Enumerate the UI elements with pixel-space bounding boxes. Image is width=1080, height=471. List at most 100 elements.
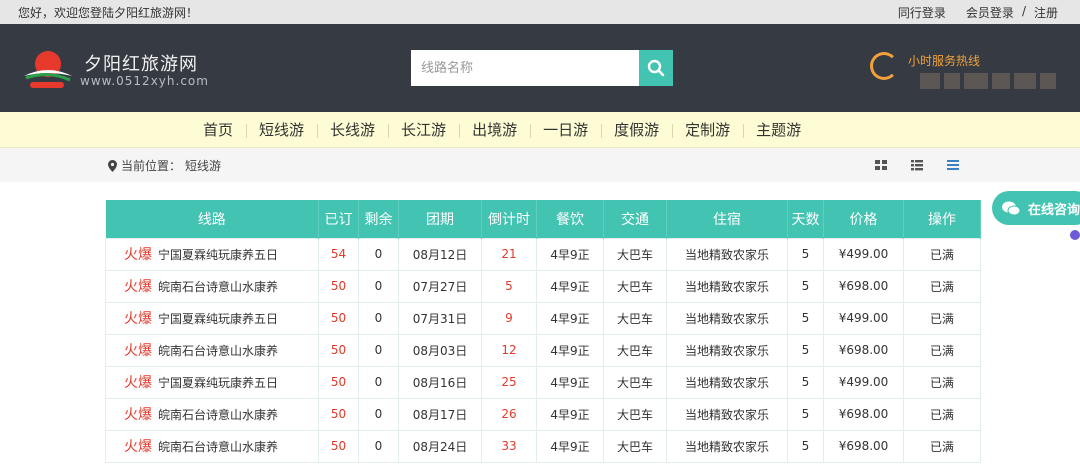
route-cell: 火爆 皖南石台诗意山水康养 (105, 333, 319, 367)
main-nav: 首页 短线游 长线游 长江游 出境游 一日游 度假游 定制游 主题游 (0, 112, 1080, 148)
action-status[interactable]: 已满 (903, 333, 981, 367)
table-row[interactable]: 火爆 宁国夏霖纯玩康养五日 50 0 07月31日 9 4早9正 大巴车 当地精致农家乐 5 ¥49… (105, 301, 981, 335)
nav-item-day-trip[interactable]: 一日游 (530, 112, 601, 148)
route-name-link[interactable]: 宁国夏霖纯玩康养五日 (158, 312, 278, 326)
booked-count: 54 (318, 237, 359, 271)
route-name-link[interactable]: 皖南石台诗意山水康养 (158, 440, 278, 454)
nav-item-long-trip[interactable]: 长线游 (317, 112, 388, 148)
meals: 4早9正 (536, 429, 604, 463)
remaining-count: 0 (358, 429, 399, 463)
route-cell: 火爆 宁国夏霖纯玩康养五日 (105, 365, 319, 399)
breadcrumb-current[interactable]: 短线游 (185, 157, 221, 174)
column-header: 住宿 (666, 200, 788, 238)
transport: 大巴车 (603, 269, 667, 303)
nav-item-vacation[interactable]: 度假游 (601, 112, 672, 148)
online-consult-label: 在线咨询 (1028, 202, 1080, 218)
tour-date: 08月16日 (398, 365, 482, 399)
price: ¥698.00 (823, 397, 904, 431)
nav-item-yangtze[interactable]: 长江游 (388, 112, 459, 148)
search-bar (411, 50, 673, 86)
days: 5 (787, 397, 824, 431)
nav-item-short-trip[interactable]: 短线游 (246, 112, 317, 148)
days: 5 (787, 269, 824, 303)
table-row[interactable]: 火爆 皖南石台诗意山水康养 50 0 07月27日 5 4早9正 大巴车 当地精致农家乐 5 ¥69… (105, 269, 981, 303)
action-status[interactable]: 已满 (903, 429, 981, 463)
nav-item-theme[interactable]: 主题游 (743, 112, 814, 148)
booked-count: 50 (318, 429, 359, 463)
route-cell: 火爆 皖南石台诗意山水康养 (105, 397, 319, 431)
nav-item-outbound[interactable]: 出境游 (459, 112, 530, 148)
transport: 大巴车 (603, 429, 667, 463)
table-row[interactable]: 火爆 皖南石台诗意山水康养 50 0 08月03日 12 4早9正 大巴车 当地精致农家乐 5 ¥6… (105, 333, 981, 367)
lines-view-icon[interactable] (946, 157, 960, 171)
route-name-link[interactable]: 皖南石台诗意山水康养 (158, 344, 278, 358)
action-status[interactable]: 已满 (903, 301, 981, 335)
transport: 大巴车 (603, 397, 667, 431)
countdown-days: 21 (481, 237, 537, 271)
accommodation: 当地精致农家乐 (666, 269, 788, 303)
remaining-count: 0 (358, 397, 399, 431)
nav-item-home[interactable]: 首页 (190, 112, 246, 148)
breadcrumb-label: 当前位置： (121, 159, 182, 173)
search-icon (647, 59, 665, 77)
route-cell: 火爆 皖南石台诗意山水康养 (105, 269, 319, 303)
table-row[interactable]: 火爆 皖南石台诗意山水康养 50 0 08月17日 26 4早9正 大巴车 当地精致农家乐 5 ¥6… (105, 397, 981, 431)
accommodation: 当地精致农家乐 (666, 365, 788, 399)
column-header: 操作 (903, 200, 981, 238)
search-button[interactable] (639, 50, 673, 86)
hotline: 小时服务热线 (866, 50, 1066, 90)
tour-date: 07月31日 (398, 301, 482, 335)
table-row[interactable]: 火爆 皖南石台诗意山水康养 50 0 08月24日 33 4早9正 大巴车 当地精致农家乐 5 ¥6… (105, 429, 981, 463)
route-cell: 火爆 宁国夏霖纯玩康养五日 (105, 301, 319, 335)
route-name-link[interactable]: 皖南石台诗意山水康养 (158, 408, 278, 422)
site-url: www.0512xyh.com (80, 74, 209, 88)
table-header-row: 线路 已订 剩余 团期 倒计时 餐饮 交通 住宿 天数 价格 操作 (105, 200, 981, 238)
table-row[interactable]: 火爆 宁国夏霖纯玩康养五日 54 0 08月12日 21 4早9正 大巴车 当地精致农家乐 5 ¥4… (105, 237, 981, 271)
route-name-link[interactable]: 皖南石台诗意山水康养 (158, 280, 278, 294)
site-name[interactable]: 夕阳红旅游网 (84, 50, 198, 76)
action-status[interactable]: 已满 (903, 237, 981, 271)
days: 5 (787, 333, 824, 367)
column-header: 已订 (318, 200, 359, 238)
hotline-label: 小时服务热线 (908, 54, 981, 68)
hot-badge: 火爆 (124, 311, 152, 327)
action-status[interactable]: 已满 (903, 397, 981, 431)
grid-view-icon[interactable] (874, 157, 888, 171)
days: 5 (787, 429, 824, 463)
site-header: 夕阳红旅游网 www.0512xyh.com 小时服务热线 (0, 24, 1080, 112)
search-input[interactable] (411, 50, 639, 86)
hot-badge: 火爆 (124, 343, 152, 359)
hot-badge: 火爆 (124, 247, 152, 263)
tour-date: 08月12日 (398, 237, 482, 271)
link-separator: / (1021, 4, 1026, 18)
nav-item-custom[interactable]: 定制游 (672, 112, 743, 148)
route-cell: 火爆 皖南石台诗意山水康养 (105, 429, 319, 463)
action-status[interactable]: 已满 (903, 365, 981, 399)
route-name-link[interactable]: 宁国夏霖纯玩康养五日 (158, 376, 278, 390)
countdown-days: 5 (481, 269, 537, 303)
register-link[interactable]: 注册 (1034, 4, 1058, 21)
countdown-days: 26 (481, 397, 537, 431)
days: 5 (787, 301, 824, 335)
route-name-link[interactable]: 宁国夏霖纯玩康养五日 (158, 248, 278, 262)
chat-badge[interactable] (1068, 228, 1080, 242)
online-consult-button[interactable]: 在线咨询 (992, 191, 1080, 225)
tour-date: 07月27日 (398, 269, 482, 303)
price: ¥499.00 (823, 365, 904, 399)
table-row[interactable]: 火爆 宁国夏霖纯玩康养五日 50 0 08月16日 25 4早9正 大巴车 当地精致农家乐 5 ¥4… (105, 365, 981, 399)
tour-date: 08月03日 (398, 333, 482, 367)
booked-count: 50 (318, 333, 359, 367)
remaining-count: 0 (358, 237, 399, 271)
transport: 大巴车 (603, 365, 667, 399)
site-logo-icon[interactable] (22, 46, 74, 90)
list-view-icon[interactable] (910, 157, 924, 171)
member-login-link[interactable]: 会员登录 (966, 4, 1014, 21)
booked-count: 50 (318, 397, 359, 431)
price: ¥698.00 (823, 333, 904, 367)
peer-login-link[interactable]: 同行登录 (898, 4, 946, 21)
action-status[interactable]: 已满 (903, 269, 981, 303)
meals: 4早9正 (536, 365, 604, 399)
transport: 大巴车 (603, 237, 667, 271)
price: ¥499.00 (823, 301, 904, 335)
